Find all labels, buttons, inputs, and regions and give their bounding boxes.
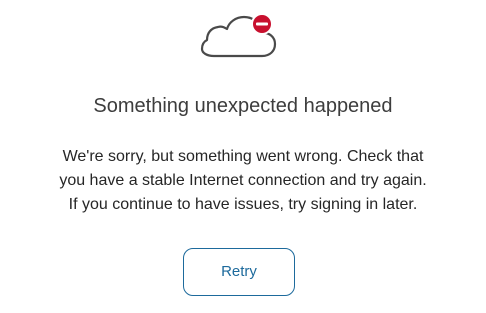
- error-message-line: We're sorry, but something went wrong. C…: [62, 148, 424, 165]
- error-message-line: If you continue to have issues, try sign…: [68, 196, 418, 213]
- error-badge-icon: [251, 13, 273, 35]
- retry-button[interactable]: Retry: [183, 248, 295, 296]
- error-message: We're sorry, but something went wrong. C…: [0, 145, 486, 217]
- error-title: Something unexpected happened: [93, 95, 393, 117]
- error-message-line: you have a stable Internet connection an…: [59, 172, 427, 189]
- cloud-error-icon: [198, 10, 280, 66]
